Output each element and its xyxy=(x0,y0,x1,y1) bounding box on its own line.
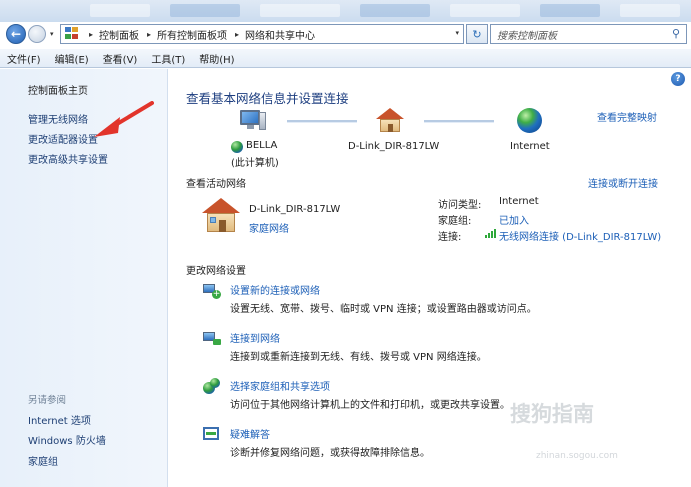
change-adapter-settings-link[interactable]: 更改适配器设置 xyxy=(28,131,98,146)
watermark-logo: 搜狗指南 xyxy=(510,402,594,426)
setup-new-connection-link[interactable]: 设置新的连接或网络 xyxy=(230,282,320,297)
wireless-connection-link[interactable]: 无线网络连接 (D-Link_DIR-817LW) xyxy=(499,228,661,243)
control-panel-home-link[interactable]: 控制面板主页 xyxy=(28,82,88,97)
homegroup-sharing-icon xyxy=(203,378,221,394)
new-connection-icon: + xyxy=(203,282,221,299)
refresh-button[interactable]: ↻ xyxy=(466,24,488,44)
breadcrumb-control-panel[interactable]: 控制面板 xyxy=(99,27,139,42)
computer-name: BELLA xyxy=(246,140,278,151)
change-settings-title: 更改网络设置 xyxy=(186,266,246,277)
homegroup-label: 家庭组: xyxy=(438,216,472,227)
see-also-title: 另请参阅 xyxy=(28,395,67,406)
access-type-label: 访问类型: xyxy=(438,200,482,211)
troubleshoot-link[interactable]: 疑难解答 xyxy=(230,426,270,441)
page-title: 查看基本网络信息并设置连接 xyxy=(186,91,349,106)
homegroup-sharing-link[interactable]: 选择家庭组和共享选项 xyxy=(230,378,330,393)
connect-to-network-desc: 连接到或重新连接到无线、有线、拨号或 VPN 网络连接。 xyxy=(230,352,487,363)
setup-new-connection-desc: 设置无线、宽带、拨号、临时或 VPN 连接；或设置路由器或访问点。 xyxy=(230,304,537,315)
connect-to-network-link[interactable]: 连接到网络 xyxy=(230,330,280,345)
troubleshoot-icon xyxy=(203,426,221,442)
computer-sub-label: (此计算机) xyxy=(231,158,279,169)
address-bar[interactable]: ▸ 控制面板 ▸ 所有控制面板项 ▸ 网络和共享中心 ▾ xyxy=(60,24,464,44)
homegroup-joined-link[interactable]: 已加入 xyxy=(499,212,529,227)
search-icon[interactable]: ⚲ xyxy=(672,27,680,40)
connect-to-network-icon xyxy=(203,330,221,346)
arrow-left-icon: ← xyxy=(10,27,22,41)
control-panel-icon xyxy=(65,27,81,41)
troubleshoot-desc: 诊断并修复网络问题，或获得故障排除信息。 xyxy=(230,448,430,459)
menu-view[interactable]: 查看(V) xyxy=(96,51,145,66)
menu-edit[interactable]: 编辑(E) xyxy=(48,51,96,66)
menu-file[interactable]: 文件(F) xyxy=(0,51,48,66)
computer-icon[interactable] xyxy=(240,110,268,132)
blurred-tab-strip xyxy=(0,0,691,22)
menu-tools[interactable]: 工具(T) xyxy=(144,51,192,66)
access-type-value: Internet xyxy=(499,196,539,207)
red-arrow-annotation-icon xyxy=(94,101,154,137)
windows-firewall-link[interactable]: Windows 防火墙 xyxy=(28,432,106,447)
active-network-name: D-Link_DIR-817LW xyxy=(249,204,341,215)
help-icon[interactable]: ? xyxy=(671,72,685,86)
router-house-icon[interactable] xyxy=(376,108,404,134)
refresh-icon: ↻ xyxy=(472,27,482,41)
home-network-house-icon xyxy=(202,198,240,234)
internet-label: Internet xyxy=(510,141,550,152)
menu-help[interactable]: 帮助(H) xyxy=(192,51,241,66)
wireless-signal-icon xyxy=(485,229,496,238)
back-button[interactable]: ← xyxy=(6,24,26,44)
internet-options-link[interactable]: Internet 选项 xyxy=(28,412,91,427)
search-input[interactable]: 搜索控制面板 ⚲ xyxy=(490,24,687,44)
watermark-url: zhinan.sogou.com xyxy=(536,451,618,461)
router-name: D-Link_DIR-817LW xyxy=(348,141,440,152)
map-link-line xyxy=(424,120,494,123)
recent-pages-dropdown[interactable]: ▾ xyxy=(50,30,54,38)
map-link-line xyxy=(287,120,357,123)
connection-label: 连接: xyxy=(438,232,462,243)
view-full-map-link[interactable]: 查看完整映射 xyxy=(597,109,657,124)
breadcrumb-network-center[interactable]: 网络和共享中心 xyxy=(245,27,315,42)
breadcrumb-separator-icon[interactable]: ▸ xyxy=(147,30,151,39)
homegroup-link[interactable]: 家庭组 xyxy=(28,453,58,468)
internet-globe-icon[interactable] xyxy=(517,108,542,133)
breadcrumb-all-items[interactable]: 所有控制面板项 xyxy=(157,27,227,42)
network-type-link[interactable]: 家庭网络 xyxy=(249,220,289,235)
address-dropdown-icon[interactable]: ▾ xyxy=(455,29,459,37)
advanced-sharing-link[interactable]: 更改高级共享设置 xyxy=(28,151,108,166)
network-status-icon xyxy=(231,141,243,153)
search-placeholder: 搜索控制面板 xyxy=(497,30,557,42)
breadcrumb-separator-icon: ▸ xyxy=(89,29,94,39)
breadcrumb-separator-icon[interactable]: ▸ xyxy=(235,30,239,39)
active-networks-title: 查看活动网络 xyxy=(186,179,246,190)
manage-wireless-link[interactable]: 管理无线网络 xyxy=(28,111,88,126)
homegroup-sharing-desc: 访问位于其他网络计算机上的文件和打印机，或更改共享设置。 xyxy=(230,400,510,411)
menu-bar: 文件(F) 编辑(E) 查看(V) 工具(T) 帮助(H) xyxy=(0,49,691,68)
connect-disconnect-link[interactable]: 连接或断开连接 xyxy=(588,175,658,190)
forward-button[interactable] xyxy=(28,25,46,43)
